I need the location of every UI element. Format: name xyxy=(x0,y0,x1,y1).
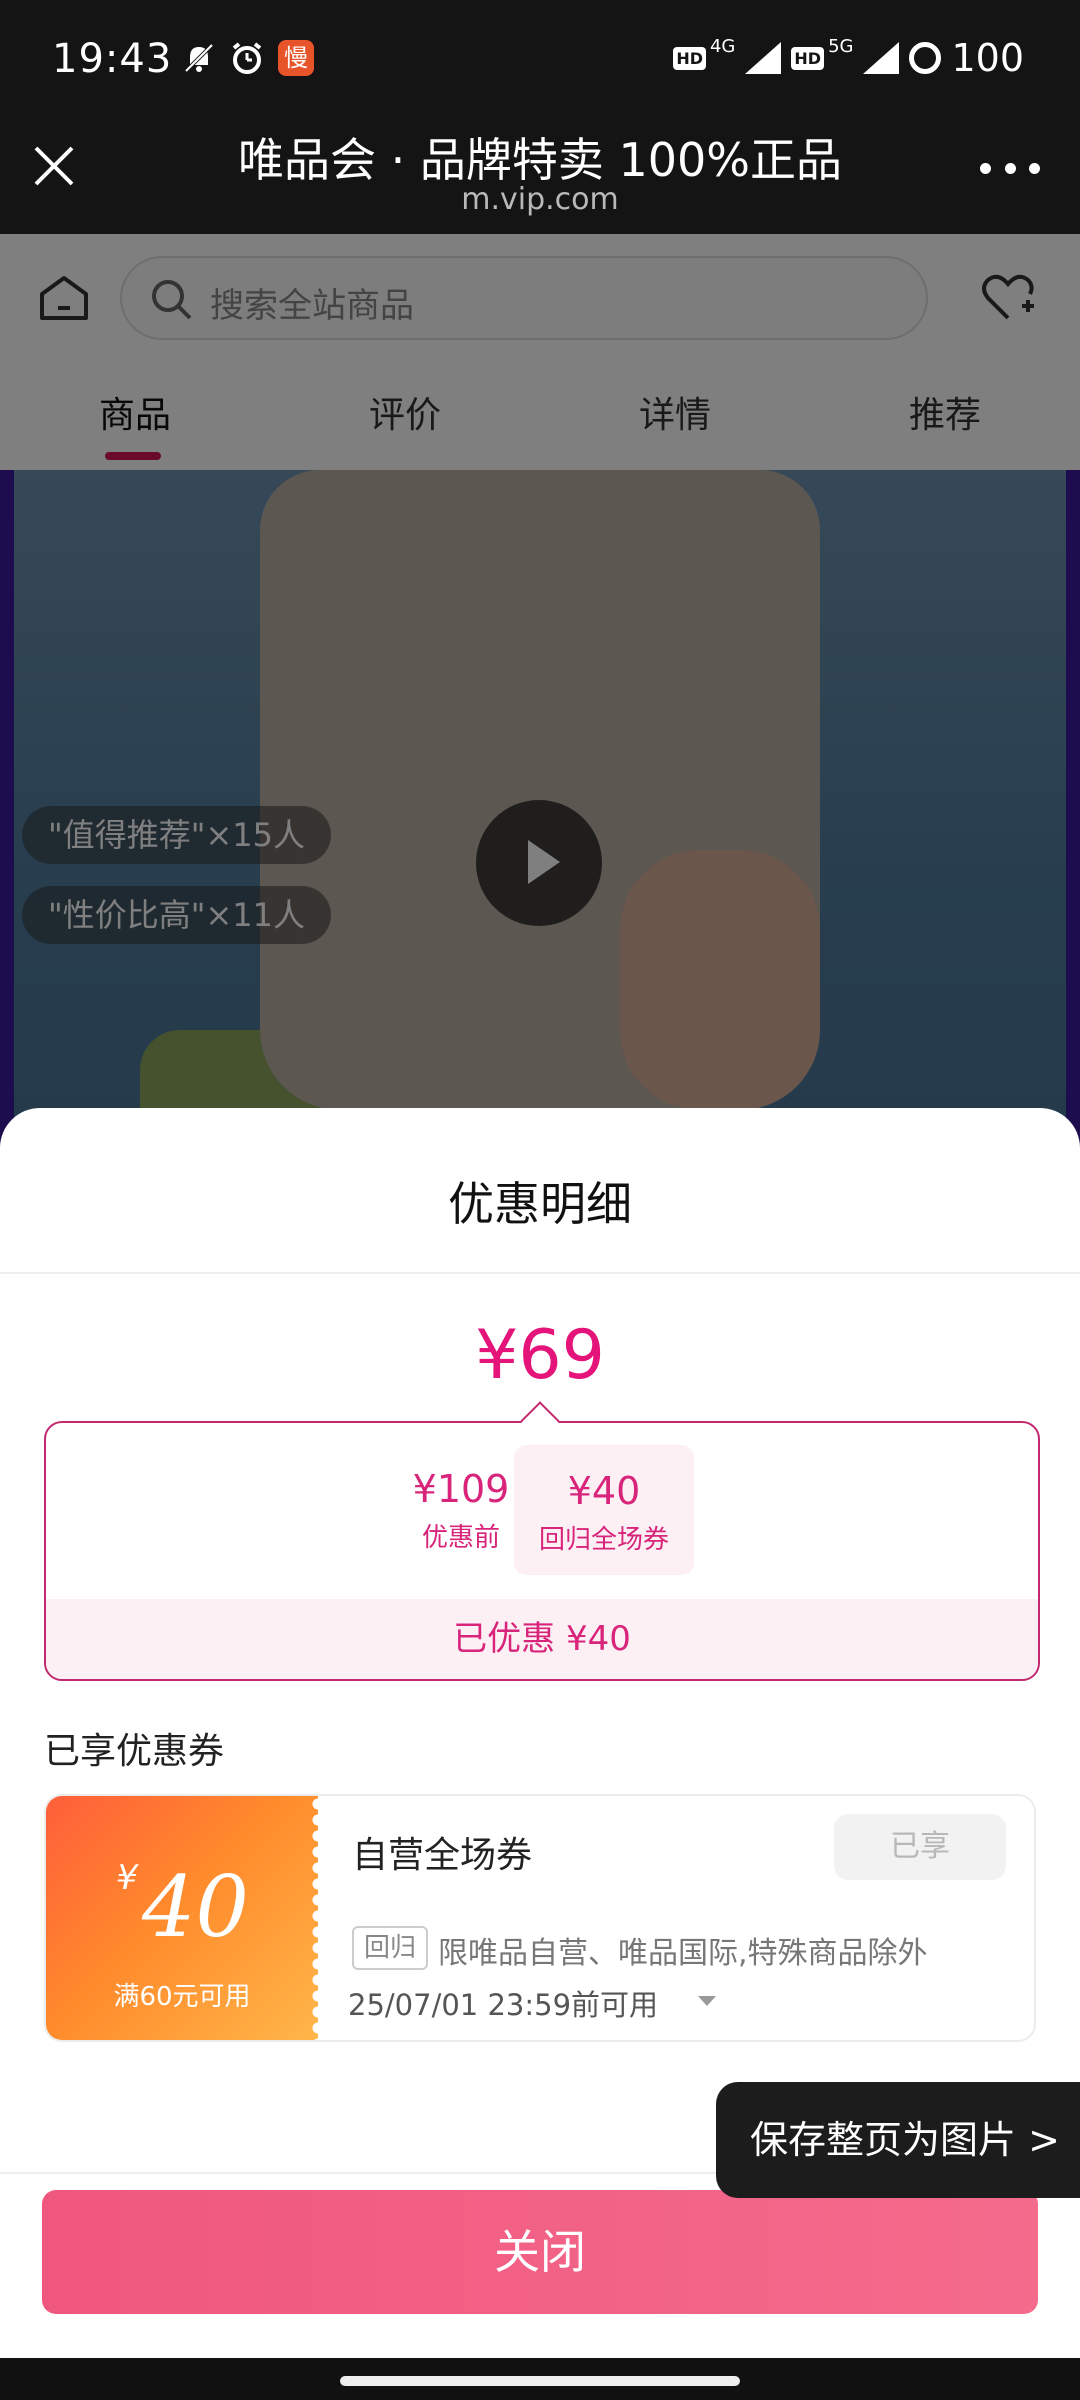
coupon-amount: 40 xyxy=(142,1858,249,1956)
coupon-condition: 满60元可用 xyxy=(113,1982,251,2012)
battery-icon xyxy=(909,42,942,74)
saved-amount: 已优惠 ¥40 xyxy=(46,1599,1038,1679)
status-bar: 19:43 慢 HD 4G HD 5G 100 xyxy=(0,0,1080,120)
mute-bell-icon xyxy=(184,43,214,73)
signal-icon-2 xyxy=(863,42,900,74)
final-price: ¥69 xyxy=(475,1316,605,1395)
coupon-card[interactable]: ¥ 40 满60元可用 自营全场券 已享 回归 限唯品自营、唯品国际,特殊商品除… xyxy=(44,1794,1036,2042)
coupon-deduction-value: ¥40 xyxy=(567,1469,641,1513)
alarm-icon xyxy=(232,42,262,74)
divider xyxy=(0,1272,1080,1274)
battery-level: 100 xyxy=(951,36,1024,80)
signal-icon xyxy=(745,42,782,74)
coupon-tag: 回归 xyxy=(352,1926,429,1970)
more-options-icon[interactable] xyxy=(980,158,1040,178)
home-indicator[interactable] xyxy=(340,2376,740,2386)
network-5g-label: 5G xyxy=(828,35,854,57)
sheet-title: 优惠明细 xyxy=(448,1177,632,1231)
status-icons-right: HD 4G HD 5G 100 xyxy=(673,36,1024,80)
browser-title-bar: 唯品会 · 品牌特卖 100%正品 m.vip.com xyxy=(0,120,1080,234)
hd-icon: HD xyxy=(673,46,706,70)
coupon-status-badge: 已享 xyxy=(834,1814,1006,1880)
price-breakdown-box: ¥109 优惠前 - ¥40 回归全场券 已优惠 ¥40 xyxy=(44,1421,1040,1681)
coupon-deduction-label: 回归全场券 xyxy=(538,1525,669,1555)
coupon-value-panel: ¥ 40 满60元可用 xyxy=(46,1796,324,2040)
coupon-deduction-chip: ¥40 回归全场券 xyxy=(514,1445,694,1575)
page-title: 唯品会 · 品牌特卖 100%正品 xyxy=(238,133,842,187)
coupon-name: 自营全场券 xyxy=(352,1835,533,1876)
status-icons-left: 慢 xyxy=(182,40,314,76)
network-4g-label: 4G xyxy=(709,35,736,57)
page-url: m.vip.com xyxy=(461,182,619,217)
save-page-as-image-button[interactable]: 保存整页为图片 > xyxy=(716,2082,1080,2198)
coupon-validity: 25/07/01 23:59前可用 xyxy=(348,1988,659,2022)
coupon-currency: ¥ xyxy=(116,1858,138,1898)
navigation-bar xyxy=(0,2358,1080,2400)
coupon-description: 限唯品自营、唯品国际,特殊商品除外 xyxy=(438,1936,928,1971)
chevron-down-icon[interactable] xyxy=(698,1996,716,2006)
app-notification-icon: 慢 xyxy=(278,40,314,76)
clock: 19:43 xyxy=(52,36,173,82)
coupons-heading: 已享优惠券 xyxy=(44,1731,225,1772)
hd-icon-2: HD xyxy=(791,46,825,70)
close-button[interactable]: 关闭 xyxy=(42,2190,1038,2314)
